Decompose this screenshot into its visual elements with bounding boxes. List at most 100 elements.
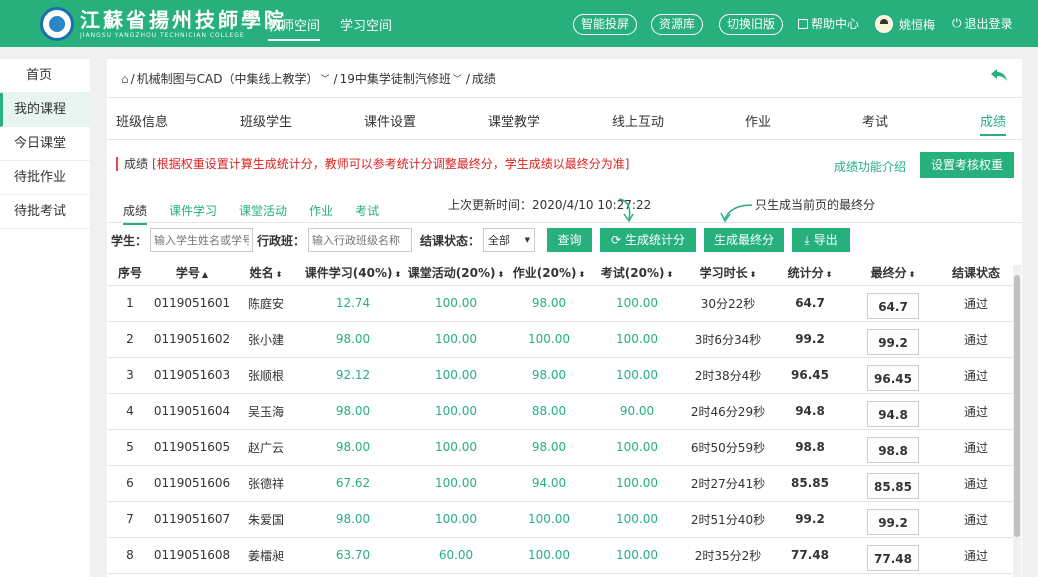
tab-courseware-settings[interactable]: 课件设置 <box>364 111 416 130</box>
grade-function-intro-link[interactable]: 成绩功能介绍 <box>834 158 906 175</box>
divider <box>107 222 1022 223</box>
nav-learning-space[interactable]: 学习空间 <box>340 15 392 41</box>
column-header-final-score[interactable]: 最终分 ⬍ <box>847 261 939 286</box>
table-row: 8 0119051608 姜檑昶 63.70 60.00 100.00 100.00 2时35… <box>107 537 1013 574</box>
final-score-input[interactable]: 96.45 <box>867 365 919 391</box>
sidebar-item-pending-homework[interactable]: 待批作业 <box>0 161 90 195</box>
breadcrumb-class[interactable]: 19中集学徒制汽修班 <box>340 70 451 87</box>
avatar <box>875 15 893 33</box>
cell-stat-score: 98.8 <box>773 429 847 466</box>
tab-classroom-teaching[interactable]: 课堂教学 <box>488 111 540 130</box>
final-score-input[interactable]: 99.2 <box>867 329 919 355</box>
generate-stat-score-label: 生成统计分 <box>624 233 685 247</box>
breadcrumb: ⌂ / 机械制图与CAD（中集线上教学） ﹀ / 19中集学徒制汽修班 ﹀ / … <box>121 70 496 87</box>
cell-study-duration: 3时6分34秒 <box>683 321 773 358</box>
smart-cast-button[interactable]: 智能投屏 <box>573 14 638 35</box>
class-search-input[interactable] <box>308 228 413 252</box>
tab-online-interaction[interactable]: 线上互动 <box>612 111 664 130</box>
cell-final-score: 98.8 <box>847 429 939 466</box>
help-center-link[interactable]: 帮助中心 <box>798 15 859 32</box>
column-header-study-duration[interactable]: 学习时长 ⬍ <box>683 261 773 286</box>
table-row: 5 0119051605 赵广云 98.00 100.00 98.00 100.00 6时50… <box>107 429 1013 466</box>
divider <box>107 97 1022 98</box>
left-sidebar: 首页 我的课程 今日课堂 待批作业 待批考试 <box>0 59 90 577</box>
cell-completion-status: 通过 <box>939 501 1013 538</box>
column-header-exam[interactable]: 考试(20%) ⬍ <box>591 261 683 286</box>
student-search-input[interactable] <box>150 228 254 252</box>
cell-final-score: 96.45 <box>847 357 939 394</box>
final-score-input[interactable]: 99.2 <box>867 509 919 535</box>
sort-icon: ⬍ <box>394 270 402 280</box>
tab-exams[interactable]: 考试 <box>862 111 888 130</box>
cell-courseware: 92.12 <box>301 357 405 394</box>
cell-exam: 100.00 <box>591 321 683 358</box>
user-menu[interactable]: 姚恒梅 <box>875 15 935 33</box>
cell-study-duration: 2时35分2秒 <box>683 537 773 574</box>
scrollbar-thumb[interactable] <box>1014 275 1020 537</box>
final-score-input[interactable]: 85.85 <box>867 473 919 499</box>
tab-homework[interactable]: 作业 <box>745 111 771 130</box>
cell-student-id: 0119051602 <box>153 321 231 358</box>
column-header-homework[interactable]: 作业(20%) ⬍ <box>507 261 591 286</box>
final-score-input[interactable]: 94.8 <box>867 401 919 427</box>
final-score-input[interactable]: 98.8 <box>867 437 919 463</box>
cell-final-score: 64.7 <box>847 285 939 322</box>
cell-homework: 98.00 <box>507 285 591 322</box>
final-score-input[interactable]: 77.48 <box>867 545 919 571</box>
cell-homework: 100.00 <box>507 321 591 358</box>
breadcrumb-course[interactable]: 机械制图与CAD（中集线上教学） <box>137 70 319 87</box>
generate-stat-score-button[interactable]: ⟳ 生成统计分 <box>600 228 696 252</box>
generate-final-score-button[interactable]: 生成最终分 <box>704 228 784 252</box>
grades-notice: 成绩 [根据权重设置计算生成统计分，教师可以参考统计分调整最终分，学生成绩以最终… <box>116 155 629 172</box>
cell-class-activity: 100.00 <box>405 465 507 502</box>
table-scrollbar[interactable] <box>1013 265 1021 577</box>
logo-chinese-name: 江蘇省揚州技師學院 <box>80 7 287 32</box>
export-button[interactable]: ⤓ 导出 <box>792 228 850 252</box>
status-select[interactable]: 全部 ▼ <box>483 228 536 252</box>
set-weight-button[interactable]: 设置考核权重 <box>920 152 1014 178</box>
cell-homework: 88.00 <box>507 393 591 430</box>
cell-courseware: 98.00 <box>301 321 405 358</box>
column-header-student-id[interactable]: 学号 ▲ <box>153 261 231 286</box>
tab-class-info[interactable]: 班级信息 <box>116 111 168 130</box>
cell-exam: 100.00 <box>591 501 683 538</box>
cell-exam: 100.00 <box>591 465 683 502</box>
cell-courseware: 12.74 <box>301 285 405 322</box>
switch-old-version-button[interactable]: 切换旧版 <box>719 14 784 35</box>
college-logo[interactable]: 江蘇省揚州技師學院 JIANGSU YANGZHOU TECHNICIAN CO… <box>40 7 287 41</box>
grades-table-body: 1 0119051601 陈庭安 12.74 100.00 98.00 100.00 30分2… <box>107 285 1013 574</box>
query-button[interactable]: 查询 <box>547 228 592 252</box>
home-icon[interactable]: ⌂ <box>121 72 129 86</box>
tab-class-students[interactable]: 班级学生 <box>240 111 292 130</box>
sort-icon: ⬍ <box>749 270 757 280</box>
nav-teacher-space[interactable]: 教师空间 <box>268 15 321 41</box>
cell-name: 张德祥 <box>231 465 301 502</box>
chevron-down-icon: ﹀ <box>452 75 462 85</box>
tab-grades[interactable]: 成绩 <box>980 111 1007 136</box>
cell-final-score: 77.48 <box>847 537 939 574</box>
logout-link[interactable]: ⏻ 退出登录 <box>952 15 1013 32</box>
class-filter-label: 行政班： <box>257 233 306 248</box>
column-header-name[interactable]: 姓名 ⬍ <box>231 261 301 286</box>
cell-index: 8 <box>107 537 153 574</box>
column-header-index: 序号 <box>107 261 153 286</box>
column-header-stat-score[interactable]: 统计分 ⬍ <box>773 261 847 286</box>
cell-stat-score: 77.48 <box>773 537 847 574</box>
column-header-courseware[interactable]: 课件学习(40%) ⬍ <box>301 261 405 286</box>
cell-homework: 98.00 <box>507 429 591 466</box>
cell-completion-status: 通过 <box>939 429 1013 466</box>
table-row: 1 0119051601 陈庭安 12.74 100.00 98.00 100.00 30分2… <box>107 285 1013 322</box>
column-header-class-activity[interactable]: 课堂活动(20%) ⬍ <box>405 261 507 286</box>
sidebar-item-pending-exams[interactable]: 待批考试 <box>0 195 90 229</box>
sidebar-item-my-courses[interactable]: 我的课程 <box>0 93 90 127</box>
back-arrow-icon[interactable] <box>990 67 1008 88</box>
sidebar-item-today-class[interactable]: 今日课堂 <box>0 127 90 161</box>
cell-homework: 94.00 <box>507 465 591 502</box>
cell-courseware: 98.00 <box>301 393 405 430</box>
table-row: 2 0119051602 张小建 98.00 100.00 100.00 100.00 3时6… <box>107 321 1013 358</box>
sidebar-item-home[interactable]: 首页 <box>0 59 90 93</box>
final-score-input[interactable]: 64.7 <box>867 293 919 319</box>
cell-class-activity: 60.00 <box>405 537 507 574</box>
cell-name: 朱爱国 <box>231 501 301 538</box>
resource-library-button[interactable]: 资源库 <box>651 14 704 35</box>
